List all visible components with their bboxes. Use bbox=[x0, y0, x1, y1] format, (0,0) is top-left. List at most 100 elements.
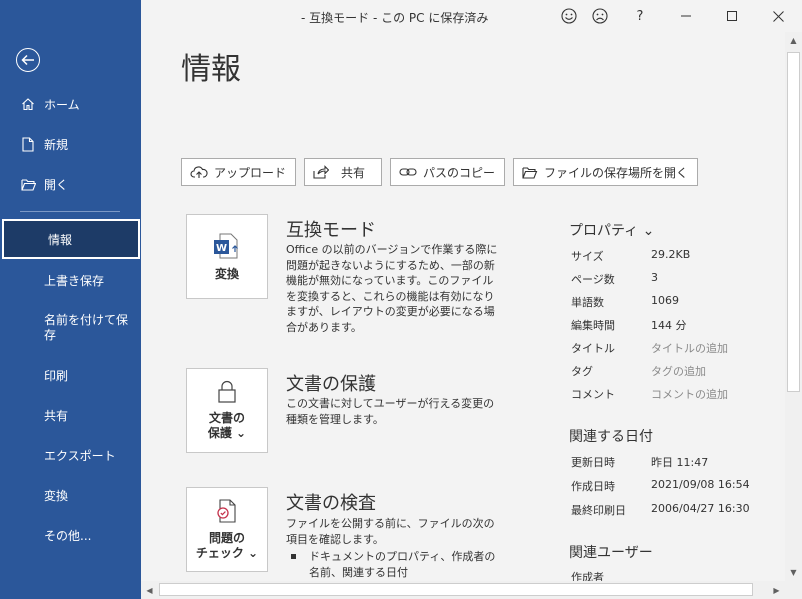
folder-open-icon bbox=[522, 166, 538, 179]
svg-text:W: W bbox=[216, 243, 227, 254]
share-button[interactable]: 共有 bbox=[304, 158, 383, 186]
date-created-key: 作成日時 bbox=[571, 480, 615, 493]
nav-print[interactable]: 印刷 bbox=[0, 355, 141, 395]
new-document-icon bbox=[20, 136, 36, 152]
vertical-scroll-thumb[interactable] bbox=[787, 52, 800, 392]
inspect-title: 文書の検査 bbox=[286, 493, 376, 514]
nav-open-label: 開く bbox=[44, 177, 69, 192]
convert-card-button[interactable]: W 変換 bbox=[186, 214, 268, 299]
smile-icon[interactable] bbox=[558, 6, 580, 26]
protect-description: この文書に対してユーザーが行える変更の種類を管理します。 bbox=[286, 397, 495, 426]
prop-words-value: 1069 bbox=[651, 294, 679, 307]
inspect-document-icon bbox=[214, 498, 240, 527]
help-icon[interactable]: ? bbox=[629, 6, 651, 26]
check-card-label-line1: 問題の bbox=[208, 531, 245, 545]
check-card-label: 問題の チェック ⌄ bbox=[196, 531, 258, 561]
nav-share[interactable]: 共有 bbox=[0, 395, 141, 435]
protect-document-button[interactable]: 文書の 保護 ⌄ bbox=[186, 368, 268, 453]
prop-tags-key: タグ bbox=[571, 365, 593, 378]
nav-save-as-label: 名前を付けて保存 bbox=[44, 313, 129, 342]
nav-save-label: 上書き保存 bbox=[44, 273, 105, 288]
open-location-label: ファイルの保存場所を開く bbox=[544, 165, 689, 180]
nav-more[interactable]: その他... bbox=[0, 515, 141, 555]
date-created-value: 2021/09/08 16:54 bbox=[651, 478, 750, 491]
nav-new[interactable]: 新規 bbox=[0, 124, 141, 164]
nav-export-label: エクスポート bbox=[44, 448, 116, 463]
scrollbar-corner bbox=[785, 581, 802, 599]
nav-info-label: 情報 bbox=[48, 232, 73, 247]
nav-save-as[interactable]: 名前を付けて保存 bbox=[0, 301, 141, 349]
protect-card-label: 文書の 保護 ⌄ bbox=[208, 411, 246, 441]
nav-open[interactable]: 開く bbox=[0, 164, 141, 204]
date-printed-key: 最終印刷日 bbox=[571, 504, 626, 517]
check-issues-button[interactable]: 問題の チェック ⌄ bbox=[186, 487, 268, 572]
convert-card-label: 変換 bbox=[214, 266, 239, 281]
back-arrow-icon[interactable] bbox=[16, 48, 40, 72]
protect-card-label-line2: 保護 ⌄ bbox=[207, 426, 247, 440]
close-icon[interactable] bbox=[767, 6, 789, 26]
upload-label: アップロード bbox=[214, 165, 287, 180]
vertical-scrollbar[interactable]: ▲ ▼ bbox=[785, 32, 802, 581]
scroll-right-icon[interactable]: ▶ bbox=[768, 581, 785, 599]
open-location-button[interactable]: ファイルの保存場所を開く bbox=[513, 158, 699, 186]
properties-heading[interactable]: プロパティ ⌄ bbox=[569, 220, 654, 240]
inspect-description: ファイルを公開する前に、ファイルの次の項目を確認します。 bbox=[286, 517, 495, 546]
protect-title: 文書の保護 bbox=[286, 374, 376, 395]
info-pane: 情報 アップロード 共有 パスのコピー ファイルの保存場所を開く W 変換 互換… bbox=[141, 32, 785, 584]
maximize-icon[interactable] bbox=[721, 6, 743, 26]
date-modified-key: 更新日時 bbox=[571, 456, 615, 469]
nav-convert-label: 変換 bbox=[44, 488, 69, 503]
minimize-icon[interactable] bbox=[675, 6, 697, 26]
date-printed-value: 2006/04/27 16:30 bbox=[651, 502, 750, 515]
nav-more-label: その他... bbox=[44, 528, 92, 543]
date-modified-value: 昨日 11:47 bbox=[651, 456, 709, 469]
page-title: 情報 bbox=[181, 52, 241, 87]
prop-title-key: タイトル bbox=[571, 342, 615, 355]
nav-home[interactable]: ホーム bbox=[0, 84, 141, 124]
related-people-heading: 関連ユーザー bbox=[569, 545, 653, 561]
horizontal-scrollbar[interactable]: ◀ ▶ bbox=[141, 581, 785, 599]
open-folder-icon bbox=[20, 176, 36, 192]
prop-comment-input[interactable]: コメントの追加 bbox=[651, 386, 728, 402]
prop-title-input[interactable]: タイトルの追加 bbox=[651, 340, 728, 356]
frown-icon[interactable] bbox=[589, 6, 611, 26]
protect-card-label-line1: 文書の bbox=[208, 411, 245, 425]
link-icon bbox=[399, 166, 417, 178]
related-dates-heading: 関連する日付 bbox=[569, 429, 653, 445]
scroll-down-icon[interactable]: ▼ bbox=[785, 564, 802, 581]
title-bar: - 互換モード - この PC に保存済み ? bbox=[141, 0, 802, 32]
share-label: 共有 bbox=[341, 165, 366, 180]
scroll-up-icon[interactable]: ▲ bbox=[785, 32, 802, 49]
copy-path-button[interactable]: パスのコピー bbox=[390, 158, 506, 186]
nav-save[interactable]: 上書き保存 bbox=[0, 260, 141, 300]
nav-export[interactable]: エクスポート bbox=[0, 435, 141, 475]
upload-button[interactable]: アップロード bbox=[181, 158, 297, 186]
prop-edit-value: 144 分 bbox=[651, 319, 687, 332]
backstage-sidebar: ホーム 新規 開く 情報 上書き保存 名前を付けて保存 印刷 共有 エクスポート… bbox=[0, 0, 141, 599]
prop-pages-key: ページ数 bbox=[571, 273, 615, 286]
compat-title: 互換モード bbox=[286, 220, 376, 241]
cloud-upload-icon bbox=[190, 165, 208, 179]
scroll-left-icon[interactable]: ◀ bbox=[141, 581, 158, 599]
horizontal-scroll-thumb[interactable] bbox=[159, 583, 753, 596]
file-actions-toolbar: アップロード 共有 パスのコピー ファイルの保存場所を開く bbox=[181, 158, 699, 186]
prop-tags-input[interactable]: タグの追加 bbox=[651, 363, 706, 379]
nav-share-label: 共有 bbox=[44, 408, 69, 423]
nav-convert[interactable]: 変換 bbox=[0, 475, 141, 515]
nav-home-label: ホーム bbox=[44, 97, 80, 112]
prop-size-value: 29.2KB bbox=[651, 248, 691, 261]
share-icon bbox=[313, 165, 330, 179]
window-title: - 互換モード - この PC に保存済み bbox=[301, 11, 489, 25]
compat-description: Office の以前のバージョンで作業する際に問題が起きないようにするため、一部… bbox=[286, 243, 498, 334]
word-convert-icon: W bbox=[212, 232, 242, 263]
lock-icon bbox=[216, 380, 238, 407]
copy-path-label: パスのコピー bbox=[423, 165, 496, 180]
home-icon bbox=[20, 96, 36, 112]
prop-pages-value: 3 bbox=[651, 271, 658, 284]
prop-comment-key: コメント bbox=[571, 388, 615, 401]
nav-new-label: 新規 bbox=[44, 137, 69, 152]
check-card-label-line2: チェック ⌄ bbox=[195, 546, 259, 560]
nav-print-label: 印刷 bbox=[44, 368, 69, 383]
prop-edit-key: 編集時間 bbox=[571, 319, 615, 332]
nav-info[interactable]: 情報 bbox=[2, 219, 140, 259]
